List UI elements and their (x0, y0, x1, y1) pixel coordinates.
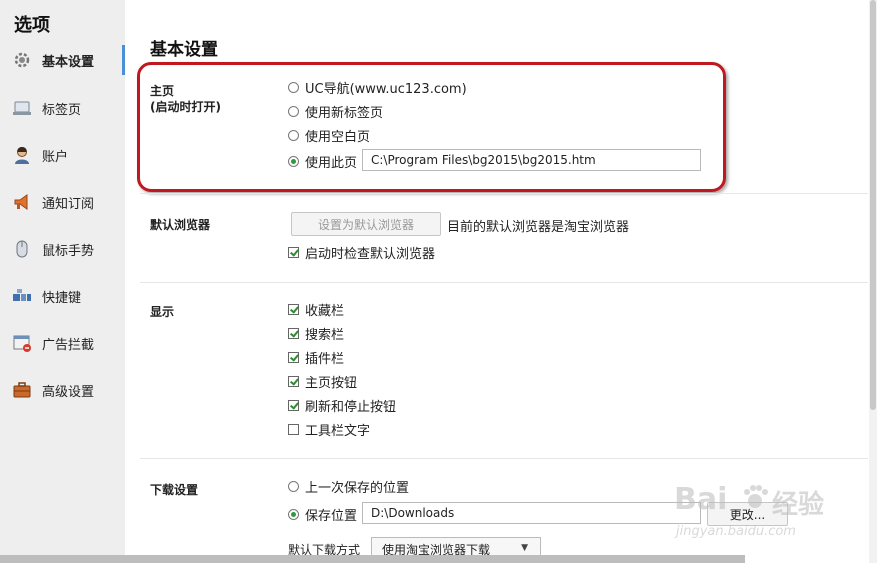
sidebar-item-label: 标签页 (42, 103, 82, 118)
mouse-icon (12, 239, 32, 259)
download-path-input[interactable]: D:\Downloads (362, 502, 701, 524)
briefcase-icon (12, 380, 32, 400)
sidebar-item-adblock[interactable]: 广告拦截 (0, 329, 125, 357)
checkbox-checked[interactable] (288, 303, 299, 315)
sidebar-item-tabs[interactable]: 标签页 (0, 94, 125, 122)
keyboard-icon (12, 286, 32, 306)
display-option-toolbar-text[interactable]: 工具栏文字 (288, 420, 370, 439)
default-browser-section-label: 默认浏览器 (150, 218, 211, 232)
display-option-plugin-bar[interactable]: 插件栏 (288, 348, 344, 367)
download-option-save-location[interactable]: 保存位置 (288, 505, 357, 524)
checkbox-checked[interactable] (288, 327, 299, 339)
download-option-last-location[interactable]: 上一次保存的位置 (288, 477, 409, 496)
radio-button-selected[interactable] (288, 508, 299, 520)
section-divider (140, 193, 868, 194)
tab-icon (12, 98, 32, 118)
check-default-on-start[interactable]: 启动时检查默认浏览器 (288, 243, 435, 262)
section-divider (140, 458, 868, 459)
gear-icon (12, 50, 32, 70)
display-option-refresh-stop[interactable]: 刷新和停止按钮 (288, 396, 396, 415)
display-option-home-button[interactable]: 主页按钮 (288, 372, 357, 391)
default-browser-status: 目前的默认浏览器是淘宝浏览器 (447, 220, 630, 235)
megaphone-icon (12, 192, 32, 212)
sidebar-item-label: 通知订阅 (42, 197, 95, 212)
annotation-highlight-box (137, 62, 726, 192)
user-icon (12, 145, 32, 165)
vertical-scrollbar[interactable] (869, 0, 877, 563)
checkbox-checked[interactable] (288, 375, 299, 387)
chevron-down-icon: ▼ (521, 543, 528, 553)
horizontal-scrollbar[interactable] (0, 555, 745, 563)
adblock-icon (12, 333, 32, 353)
display-section-label: 显示 (150, 305, 175, 319)
sidebar-item-label: 快捷键 (42, 291, 82, 306)
sidebar-item-label: 广告拦截 (42, 338, 95, 353)
sidebar: 选项 基本设置 标签页 账户 通知订阅 鼠标手势 快捷键 广告拦截 高级设置 (0, 0, 125, 563)
checkbox-checked[interactable] (288, 351, 299, 363)
sidebar-item-mouse-gestures[interactable]: 鼠标手势 (0, 235, 125, 263)
sidebar-item-shortcuts[interactable]: 快捷键 (0, 282, 125, 310)
sidebar-item-notifications[interactable]: 通知订阅 (0, 188, 125, 216)
checkbox-unchecked[interactable] (288, 423, 299, 435)
page-title: 基本设置 (150, 40, 218, 60)
sidebar-item-basic-settings[interactable]: 基本设置 (0, 46, 125, 74)
sidebar-item-advanced[interactable]: 高级设置 (0, 376, 125, 404)
baidu-jingyan-watermark: Bai 经验 jingyan.baidu.com (674, 482, 825, 539)
sidebar-item-label: 基本设置 (42, 55, 95, 70)
paw-icon (740, 482, 770, 512)
sidebar-item-label: 鼠标手势 (42, 244, 95, 259)
checkbox-checked[interactable] (288, 246, 299, 258)
section-divider (140, 282, 868, 283)
sidebar-title: 选项 (14, 15, 50, 36)
sidebar-item-label: 高级设置 (42, 385, 95, 400)
sidebar-item-label: 账户 (42, 150, 69, 165)
download-section-label: 下载设置 (150, 483, 199, 497)
display-option-search-bar[interactable]: 搜索栏 (288, 324, 344, 343)
scrollbar-thumb[interactable] (870, 0, 876, 410)
radio-button[interactable] (288, 480, 299, 492)
checkbox-checked[interactable] (288, 399, 299, 411)
sidebar-item-account[interactable]: 账户 (0, 141, 125, 169)
display-option-bookmarks-bar[interactable]: 收藏栏 (288, 300, 344, 319)
set-default-browser-button[interactable]: 设置为默认浏览器 (291, 212, 441, 236)
